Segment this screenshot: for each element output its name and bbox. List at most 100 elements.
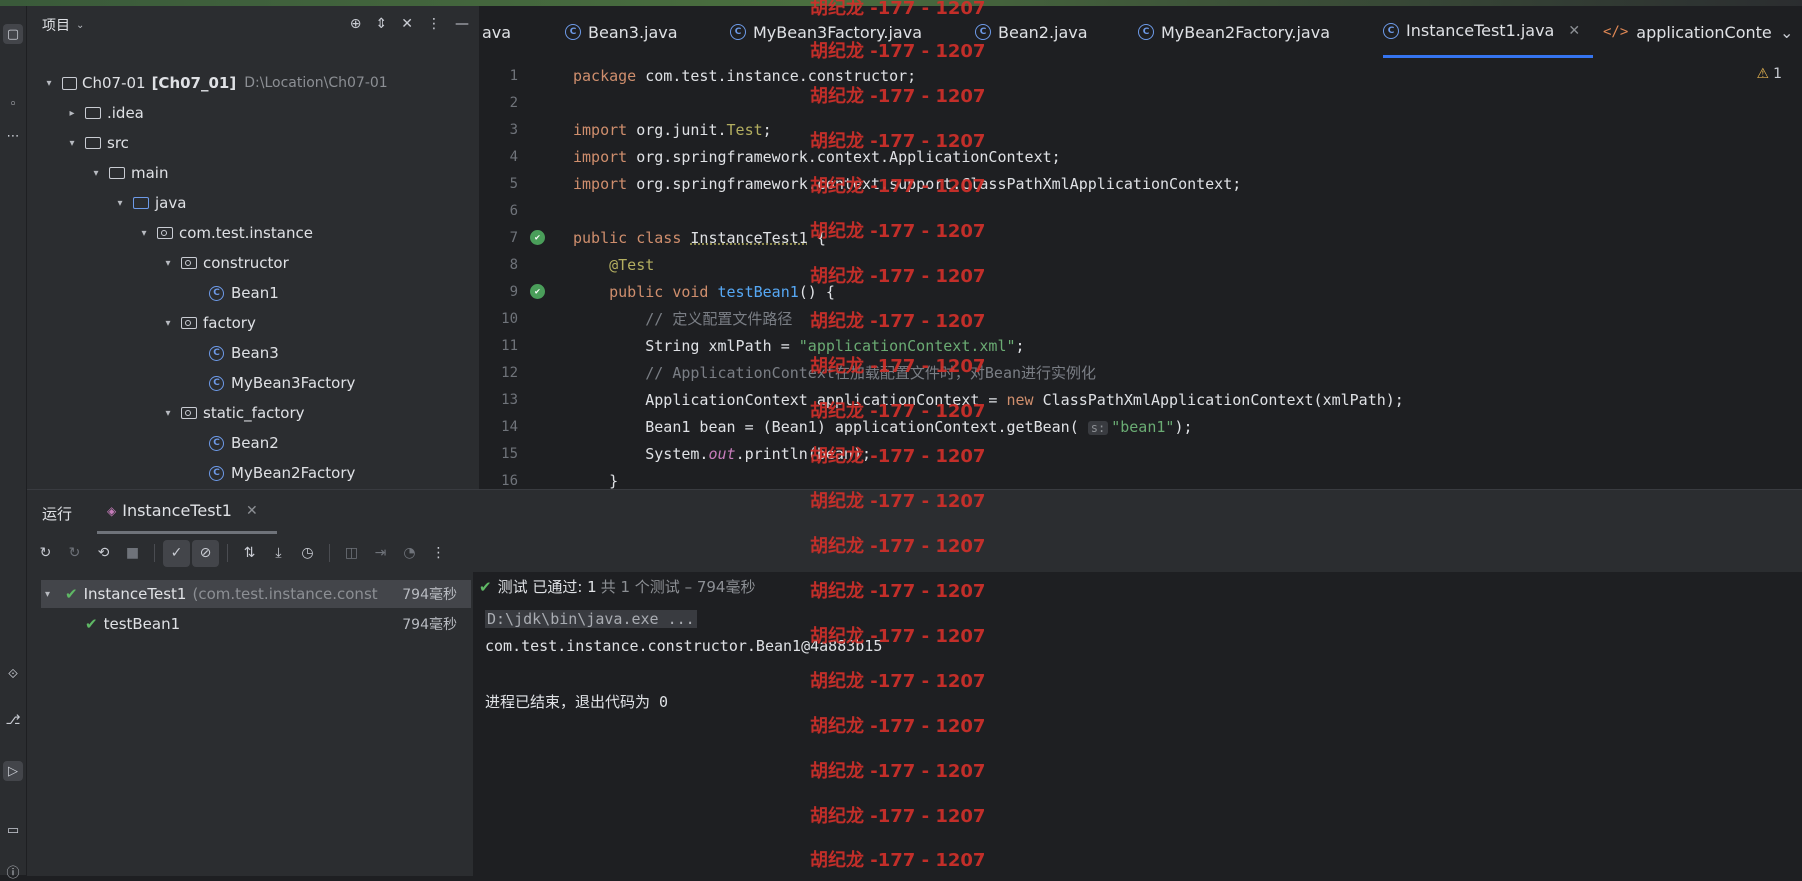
- code-text: public class InstanceTest1 {: [573, 228, 826, 247]
- tree-item-static-factory[interactable]: ▾ static_factory: [27, 398, 465, 428]
- console-output[interactable]: ✔ 测试 已通过: 1 共 1 个测试 – 794毫秒 D:\jdk\bin\j…: [473, 572, 1802, 876]
- tab-mybean2factory[interactable]: C MyBean2Factory.java: [1138, 6, 1330, 58]
- line-number: 10: [501, 310, 518, 327]
- tab-instancetest1[interactable]: C InstanceTest1.java ✕: [1383, 6, 1593, 58]
- show-passed-icon[interactable]: ✓: [163, 539, 190, 567]
- code-editor[interactable]: ⚠ 1 1 package com.test.instance.construct…: [480, 58, 1802, 489]
- hide-icon[interactable]: —: [455, 16, 469, 32]
- tab-bean2[interactable]: C Bean2.java: [975, 6, 1088, 58]
- watermark-text: 胡纪龙 -177 - 1207: [810, 761, 986, 782]
- locate-icon[interactable]: ⊕: [350, 16, 362, 32]
- run-tool-icon[interactable]: ▷: [3, 761, 23, 781]
- line-number: 12: [501, 364, 518, 381]
- tab-applicationcontext[interactable]: </> applicationConte: [1603, 6, 1772, 58]
- toggle-auto-test-icon[interactable]: ⟲: [90, 540, 117, 567]
- code-text: public void testBean1() {: [609, 282, 835, 301]
- run-tab-instancetest1[interactable]: ◈ InstanceTest1 ✕: [97, 490, 277, 534]
- watermark-text: 胡纪龙 -177 - 1207: [810, 176, 986, 197]
- code-text: }: [573, 471, 619, 490]
- run-test-icon[interactable]: ✔: [530, 230, 545, 245]
- tree-item-label: Bean1: [231, 284, 279, 302]
- tree-item-label: src: [107, 134, 129, 152]
- test-name: InstanceTest1: [83, 585, 187, 603]
- more-tools-icon[interactable]: ⋯: [3, 126, 23, 146]
- tree-item-label: Bean2: [231, 434, 279, 452]
- test-case-row[interactable]: ✔ testBean1 794毫秒: [41, 610, 471, 638]
- module-path: D:\Location\Ch07-01: [244, 75, 388, 91]
- tree-item-factory[interactable]: ▾ factory: [27, 308, 465, 338]
- problems-icon[interactable]: ⓘ: [3, 861, 23, 881]
- tree-item-mybean3factory[interactable]: C MyBean3Factory: [27, 368, 465, 398]
- show-ignored-icon[interactable]: ⊘: [192, 539, 219, 567]
- line-number: 5: [509, 175, 518, 192]
- tab-bean3[interactable]: C Bean3.java: [565, 6, 678, 58]
- tab-partial-java[interactable]: ava: [482, 6, 511, 58]
- class-icon: C: [1383, 22, 1399, 39]
- chevron-right-icon[interactable]: ▸: [65, 108, 79, 119]
- sort-alpha-icon[interactable]: ⇅: [236, 540, 263, 567]
- console-command-line[interactable]: D:\jdk\bin\java.exe ...: [485, 610, 697, 628]
- close-icon[interactable]: ✕: [246, 503, 258, 519]
- import-tests-icon[interactable]: ⤓: [265, 540, 292, 567]
- chevron-down-icon[interactable]: ▾: [161, 408, 175, 419]
- chevron-down-icon[interactable]: ▾: [89, 168, 103, 179]
- expand-all-icon[interactable]: ⇕: [376, 16, 388, 32]
- test-suite-row[interactable]: ▾ ✔ InstanceTest1 (com.test.instance.con…: [41, 580, 471, 608]
- folder-icon: [85, 107, 101, 119]
- export-icon[interactable]: ⇥: [367, 540, 394, 567]
- more-options-icon[interactable]: ⋮: [425, 540, 452, 567]
- chevron-down-icon[interactable]: ▾: [65, 138, 79, 149]
- passed-icon: ✔: [479, 577, 492, 596]
- class-icon: C: [1138, 24, 1154, 40]
- tree-item-package[interactable]: ▾ com.test.instance: [27, 218, 465, 248]
- profiler-icon[interactable]: ◔: [396, 540, 423, 567]
- options-icon[interactable]: ⋮: [427, 16, 441, 32]
- tree-item-label: java: [155, 194, 187, 212]
- folder-icon: [85, 137, 101, 149]
- code-line: 6: [480, 197, 1802, 224]
- screenshot-icon[interactable]: ◫: [338, 540, 365, 567]
- tree-item-idea[interactable]: ▸ .idea: [27, 98, 465, 128]
- chevron-down-icon[interactable]: ▾: [137, 228, 151, 239]
- tree-item-mybean2factory[interactable]: C MyBean2Factory: [27, 458, 465, 488]
- services-icon[interactable]: ⟐: [3, 664, 23, 684]
- close-icon[interactable]: ✕: [1568, 23, 1580, 39]
- collapse-all-icon[interactable]: ✕: [401, 16, 413, 32]
- chevron-down-icon[interactable]: ▾: [113, 198, 127, 209]
- commit-tool-icon[interactable]: ◦: [3, 94, 23, 114]
- line-number: 9: [509, 283, 518, 300]
- tab-list-dropdown[interactable]: ⌄: [1780, 6, 1793, 58]
- chevron-down-icon[interactable]: ▾: [161, 318, 175, 329]
- rerun-failed-icon[interactable]: ↻: [61, 540, 88, 567]
- tree-item-main[interactable]: ▾ main: [27, 158, 465, 188]
- tree-item-bean3[interactable]: C Bean3: [27, 338, 465, 368]
- code-line: 13 ApplicationContext applicationContext…: [480, 386, 1802, 413]
- terminal-icon[interactable]: ▭: [3, 820, 23, 840]
- chevron-down-icon[interactable]: ▾: [42, 78, 56, 89]
- chevron-down-icon[interactable]: ▾: [45, 589, 59, 600]
- tree-item-java[interactable]: ▾ java: [27, 188, 465, 218]
- test-history-icon[interactable]: ◷: [294, 540, 321, 567]
- test-name: testBean1: [103, 615, 181, 633]
- project-tree: ▾ Ch07-01 [Ch07_01] D:\Location\Ch07-01 …: [27, 68, 465, 488]
- tree-item-bean2[interactable]: C Bean2: [27, 428, 465, 458]
- tree-item-module[interactable]: ▾ Ch07-01 [Ch07_01] D:\Location\Ch07-01: [27, 68, 465, 98]
- rerun-icon[interactable]: ↻: [32, 540, 59, 567]
- chevron-down-icon[interactable]: ▾: [161, 258, 175, 269]
- package-icon: [181, 317, 197, 329]
- tab-label: applicationConte: [1636, 22, 1772, 42]
- code-line: 3 import org.junit.Test;: [480, 116, 1802, 143]
- line-number: 1: [509, 67, 518, 84]
- project-tool-icon[interactable]: ▢: [3, 24, 23, 44]
- run-test-icon[interactable]: ✔: [530, 284, 545, 299]
- code-line: 15 System.out.println(bean);: [480, 440, 1802, 467]
- project-panel: 项目 ⌄ ⊕ ⇕ ✕ ⋮ — ▾ Ch07-01 [Ch07_01] D:\Lo…: [27, 6, 500, 489]
- watermark-text: 胡纪龙 -177 - 1207: [810, 671, 986, 692]
- tree-item-bean1[interactable]: C Bean1: [27, 278, 465, 308]
- watermark-text: 胡纪龙 -177 - 1207: [810, 41, 986, 62]
- stop-icon[interactable]: ■: [119, 540, 146, 567]
- tree-item-src[interactable]: ▾ src: [27, 128, 465, 158]
- tree-item-constructor[interactable]: ▾ constructor: [27, 248, 465, 278]
- git-icon[interactable]: ⎇: [3, 710, 23, 730]
- line-number: 4: [509, 148, 518, 165]
